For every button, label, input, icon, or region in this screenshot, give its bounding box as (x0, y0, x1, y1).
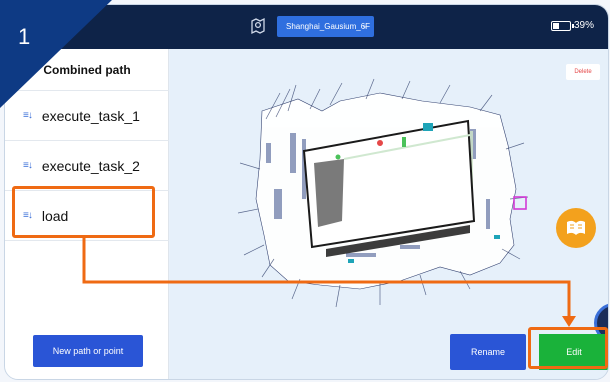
sort-list-icon: ≡↓ (23, 110, 33, 121)
book-icon[interactable] (556, 208, 596, 248)
delete-button[interactable]: Delete (566, 64, 600, 80)
step-number: 1 (18, 24, 31, 49)
path-item-label: execute_task_1 (41, 107, 140, 124)
sidebar-item-execute-task-1[interactable]: ≡↓ execute_task_1 (5, 91, 169, 141)
battery-percent: 39% (573, 20, 594, 31)
edit-highlight-box (528, 327, 608, 369)
map-name: Shanghai_Gausium_6F (286, 22, 371, 31)
battery-indicator: 39% (550, 20, 594, 31)
path-item-label: execute_task_2 (41, 157, 140, 174)
map-selector[interactable]: Shanghai_Gausium_6F ⌄ (277, 16, 374, 37)
battery-level-fill (552, 22, 559, 29)
sort-list-icon: ≡↓ (23, 160, 33, 171)
screenshot-frame: Shanghai_Gausium_6F ⌄ 39% Combined path … (0, 0, 610, 382)
map-pin-icon[interactable] (249, 17, 267, 35)
load-highlight-box (12, 186, 155, 238)
sidebar-item-execute-task-2[interactable]: ≡↓ execute_task_2 (5, 141, 169, 191)
battery-icon (550, 20, 574, 31)
new-path-button[interactable]: New path or point (33, 335, 143, 367)
chevron-down-icon: ⌄ (361, 21, 368, 30)
rename-button[interactable]: Rename (450, 334, 526, 370)
